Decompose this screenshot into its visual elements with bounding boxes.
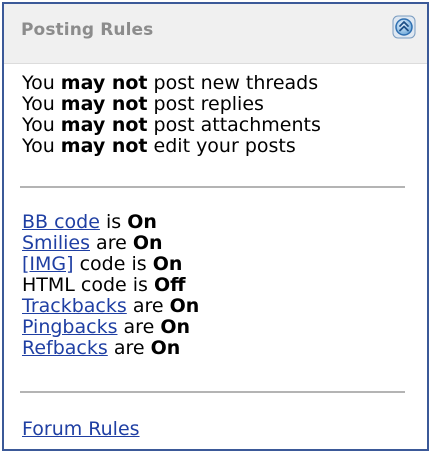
- footer-links: Forum Rules: [22, 419, 405, 440]
- panel-title: Posting Rules: [21, 20, 154, 40]
- permission-prefix: You: [22, 93, 55, 115]
- img-code-link[interactable]: [IMG]: [22, 253, 74, 275]
- trackbacks-link[interactable]: Trackbacks: [22, 295, 127, 317]
- panel-header: Posting Rules: [4, 4, 427, 64]
- smilies-link[interactable]: Smilies: [22, 232, 90, 254]
- setting-state: On: [152, 253, 183, 275]
- setting-state: On: [127, 211, 157, 233]
- setting-state: Off: [154, 274, 186, 296]
- permission-text: edit your posts: [153, 135, 296, 157]
- settings-list: BB code is On Smilies are On [IMG] code …: [22, 212, 405, 359]
- permission-row: You may not post attachments: [22, 115, 405, 136]
- setting-row-refbacks: Refbacks are On: [22, 338, 405, 359]
- setting-text: are: [113, 337, 145, 359]
- permission-prefix: You: [22, 135, 55, 157]
- permission-row: You may not post replies: [22, 94, 405, 115]
- setting-text: are: [123, 316, 155, 338]
- setting-state: On: [150, 337, 181, 359]
- posting-rules-panel: Posting Rules You may not post new threa…: [2, 2, 429, 451]
- permission-emphasis: may not: [60, 72, 148, 94]
- permission-text: post replies: [153, 93, 264, 115]
- forum-rules-link[interactable]: Forum Rules: [22, 418, 140, 440]
- setting-state: On: [169, 295, 200, 317]
- permissions-list: You may not post new threads You may not…: [22, 73, 405, 157]
- setting-text: code is: [79, 253, 147, 275]
- setting-text: are: [96, 232, 127, 254]
- forum-rules-row: Forum Rules: [22, 419, 405, 440]
- setting-row-img: [IMG] code is On: [22, 254, 405, 275]
- permission-prefix: You: [22, 72, 55, 94]
- bbcode-link[interactable]: BB code: [22, 211, 100, 233]
- setting-state: On: [132, 232, 163, 254]
- permission-emphasis: may not: [60, 114, 148, 136]
- setting-row-html: HTML code is Off: [22, 275, 405, 296]
- pingbacks-link[interactable]: Pingbacks: [22, 316, 117, 338]
- permission-emphasis: may not: [60, 93, 148, 115]
- permission-text: post attachments: [153, 114, 321, 136]
- setting-row-pingbacks: Pingbacks are On: [22, 317, 405, 338]
- permission-text: post new threads: [153, 72, 319, 94]
- setting-label: HTML code is: [22, 274, 148, 296]
- refbacks-link[interactable]: Refbacks: [22, 337, 108, 359]
- setting-text: are: [132, 295, 164, 317]
- permission-row: You may not edit your posts: [22, 136, 405, 157]
- permission-emphasis: may not: [60, 135, 148, 157]
- permission-row: You may not post new threads: [22, 73, 405, 94]
- divider: [20, 391, 405, 393]
- setting-state: On: [160, 316, 190, 338]
- permission-prefix: You: [22, 114, 55, 136]
- divider: [20, 186, 405, 188]
- setting-row-smilies: Smilies are On: [22, 233, 405, 254]
- setting-row-trackbacks: Trackbacks are On: [22, 296, 405, 317]
- setting-row-bbcode: BB code is On: [22, 212, 405, 233]
- setting-text: is: [105, 211, 122, 233]
- collapse-arrows-icon[interactable]: [392, 15, 416, 39]
